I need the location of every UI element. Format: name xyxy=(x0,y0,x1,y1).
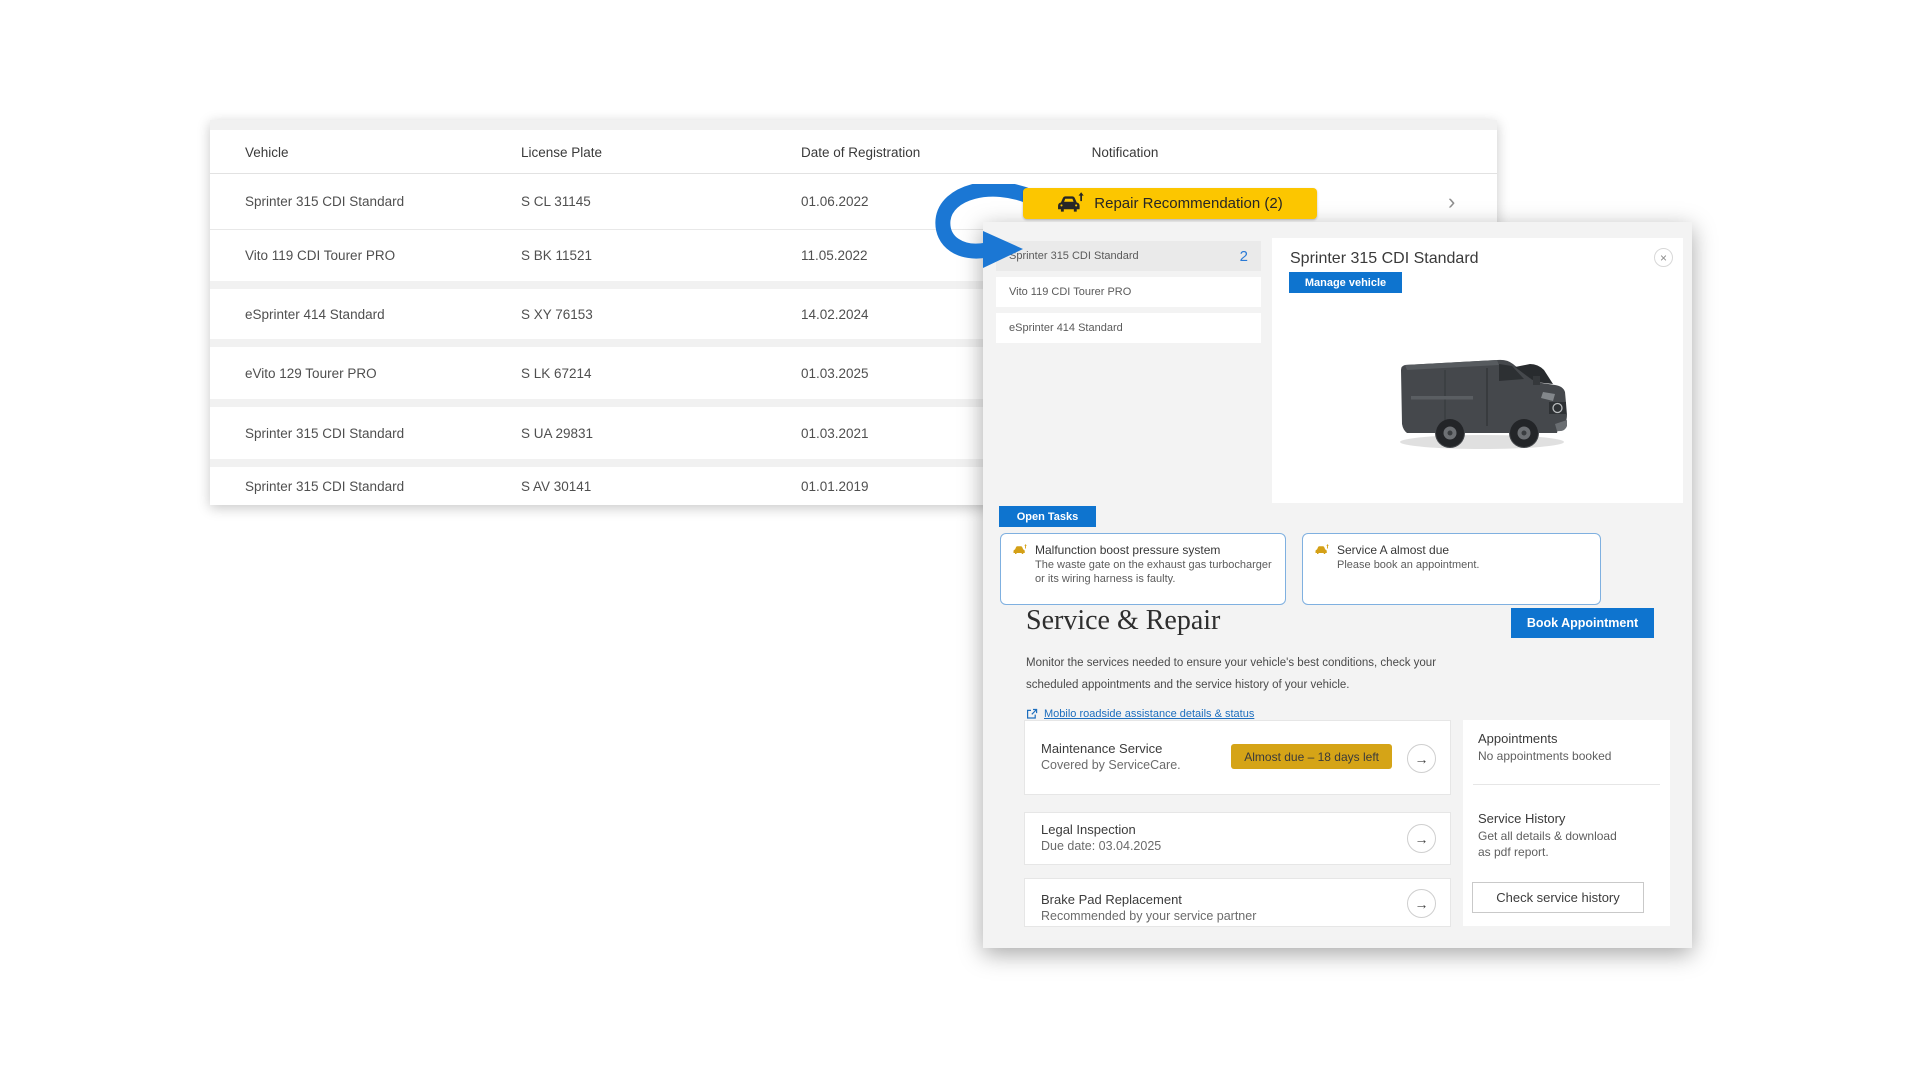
car-alert-icon xyxy=(1057,192,1084,215)
task-body: Please book an appointment. xyxy=(1337,558,1575,572)
column-header-license-plate: License Plate xyxy=(521,130,602,174)
repair-recommendation-badge[interactable]: Repair Recommendation (2) xyxy=(1023,188,1317,219)
service-card-subtitle: Recommended by your service partner xyxy=(1041,909,1256,923)
plate-cell: S XY 76153 xyxy=(521,289,593,339)
vehicle-cell: Vito 119 CDI Tourer PRO xyxy=(245,230,395,281)
row-chevron-icon[interactable]: › xyxy=(1448,174,1455,229)
car-alert-icon xyxy=(1013,544,1027,556)
vehicle-list-item[interactable]: eSprinter 414 Standard xyxy=(996,313,1261,343)
task-card-malfunction[interactable]: Malfunction boost pressure system The wa… xyxy=(1000,533,1286,605)
arrow-right-icon[interactable]: → xyxy=(1407,744,1436,773)
service-card-title: Maintenance Service xyxy=(1041,741,1162,756)
plate-cell: S CL 31145 xyxy=(521,174,591,229)
task-title: Malfunction boost pressure system xyxy=(1035,543,1220,557)
open-tasks-button[interactable]: Open Tasks xyxy=(999,506,1096,527)
service-card-maintenance[interactable]: Maintenance Service Covered by ServiceCa… xyxy=(1024,720,1451,795)
close-icon[interactable]: × xyxy=(1654,248,1673,267)
service-card-legal-inspection[interactable]: Legal Inspection Due date: 03.04.2025 → xyxy=(1024,812,1451,865)
service-card-subtitle: Due date: 03.04.2025 xyxy=(1041,839,1161,853)
vehicle-list-item-selected[interactable]: Sprinter 315 CDI Standard 2 xyxy=(996,241,1261,271)
vehicle-list-label: Vito 119 CDI Tourer PRO xyxy=(1009,286,1131,298)
page: Vehicle License Plate Date of Registrati… xyxy=(0,0,1920,1080)
date-cell: 01.03.2025 xyxy=(801,347,869,399)
plate-cell: S UA 29831 xyxy=(521,407,593,459)
service-card-title: Brake Pad Replacement xyxy=(1041,892,1182,907)
vehicle-cell: Sprinter 315 CDI Standard xyxy=(245,174,404,229)
plate-cell: S LK 67214 xyxy=(521,347,592,399)
check-service-history-button[interactable]: Check service history xyxy=(1472,882,1644,913)
column-header-vehicle: Vehicle xyxy=(245,130,289,174)
mobilo-link-label: Mobilo roadside assistance details & sta… xyxy=(1044,708,1254,720)
service-repair-description: Monitor the services needed to ensure yo… xyxy=(1026,652,1458,697)
arrow-right-icon[interactable]: → xyxy=(1407,889,1436,918)
plate-cell: S AV 30141 xyxy=(521,467,591,505)
vehicle-title: Sprinter 315 CDI Standard xyxy=(1290,250,1479,268)
vehicle-cell: eVito 129 Tourer PRO xyxy=(245,347,377,399)
date-cell: 01.06.2022 xyxy=(801,174,869,229)
table-header-row: Vehicle License Plate Date of Registrati… xyxy=(210,130,1497,174)
appointments-title: Appointments xyxy=(1478,731,1558,746)
almost-due-badge: Almost due – 18 days left xyxy=(1231,744,1392,769)
task-title: Service A almost due xyxy=(1337,543,1449,557)
service-history-title: Service History xyxy=(1478,811,1565,826)
plate-cell: S BK 11521 xyxy=(521,230,592,281)
car-alert-icon xyxy=(1315,544,1329,556)
column-header-registration-date: Date of Registration xyxy=(801,130,920,174)
date-cell: 14.02.2024 xyxy=(801,289,869,339)
book-appointment-button[interactable]: Book Appointment xyxy=(1511,608,1654,638)
date-cell: 01.01.2019 xyxy=(801,467,869,505)
vehicle-detail-panel: Sprinter 315 CDI Standard 2 Vito 119 CDI… xyxy=(983,222,1692,948)
divider xyxy=(1473,784,1660,785)
vehicle-cell: Sprinter 315 CDI Standard xyxy=(245,467,404,505)
manage-vehicle-button[interactable]: Manage vehicle xyxy=(1289,272,1402,293)
date-cell: 11.05.2022 xyxy=(801,230,868,281)
vehicle-summary-card: Sprinter 315 CDI Standard × Manage vehic… xyxy=(1272,238,1683,503)
vehicle-list-label: eSprinter 414 Standard xyxy=(1009,322,1123,334)
vehicle-cell: Sprinter 315 CDI Standard xyxy=(245,407,404,459)
service-repair-heading: Service & Repair xyxy=(1026,605,1220,637)
service-card-brake-pad[interactable]: Brake Pad Replacement Recommended by you… xyxy=(1024,878,1451,927)
task-card-service-due[interactable]: Service A almost due Please book an appo… xyxy=(1302,533,1601,605)
notification-count-badge: 2 xyxy=(1240,248,1248,265)
vehicle-list-label: Sprinter 315 CDI Standard xyxy=(1009,250,1139,262)
arrow-right-icon[interactable]: → xyxy=(1407,824,1436,853)
column-header-notification: Notification xyxy=(1000,130,1250,174)
external-link-icon xyxy=(1026,708,1038,720)
vehicle-cell: eSprinter 414 Standard xyxy=(245,289,385,339)
van-image xyxy=(1387,336,1577,461)
repair-recommendation-label: Repair Recommendation (2) xyxy=(1094,195,1282,212)
service-history-body: Get all details & download as pdf report… xyxy=(1478,829,1623,860)
mobilo-assistance-link[interactable]: Mobilo roadside assistance details & sta… xyxy=(1026,708,1254,720)
appointments-body: No appointments booked xyxy=(1478,749,1611,765)
service-card-subtitle: Covered by ServiceCare. xyxy=(1041,758,1181,772)
task-body: The waste gate on the exhaust gas turboc… xyxy=(1035,558,1273,587)
appointments-history-card: Appointments No appointments booked Serv… xyxy=(1463,720,1670,926)
vehicle-list-item[interactable]: Vito 119 CDI Tourer PRO xyxy=(996,277,1261,307)
date-cell: 01.03.2021 xyxy=(801,407,869,459)
service-card-title: Legal Inspection xyxy=(1041,822,1136,837)
